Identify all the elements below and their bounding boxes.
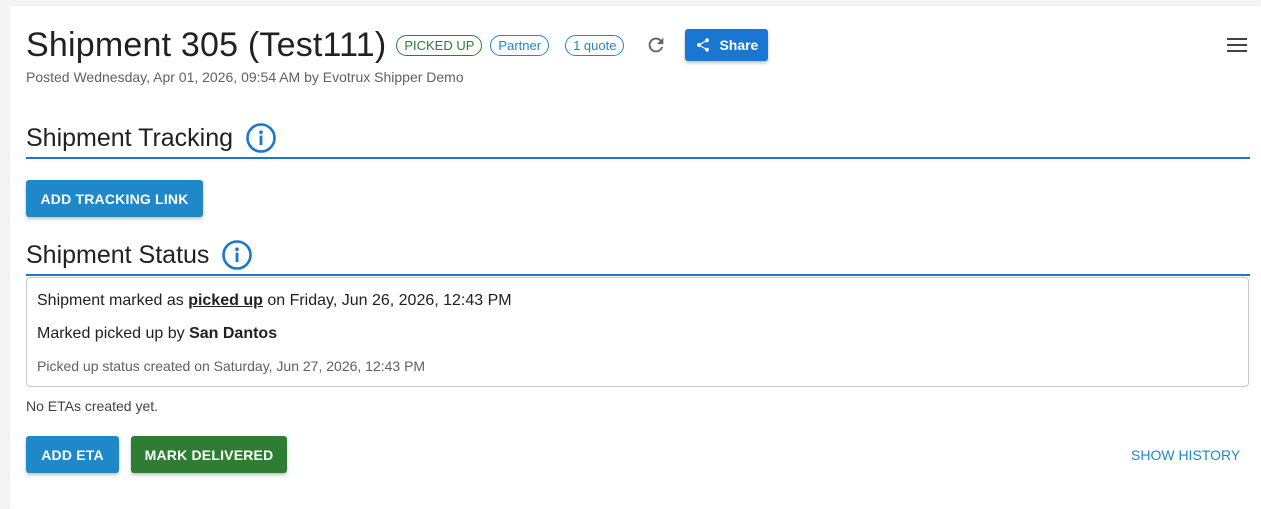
menu-icon[interactable] <box>1226 35 1248 55</box>
status-entry-summary: Shipment marked as picked up on Friday, … <box>37 292 512 310</box>
mark-delivered-button[interactable]: MARK DELIVERED <box>131 436 287 473</box>
section-title-label: Shipment Tracking <box>26 123 234 152</box>
info-icon[interactable] <box>245 122 277 154</box>
share-button[interactable]: Share <box>685 29 769 61</box>
add-tracking-link-button[interactable]: ADD TRACKING LINK <box>26 180 203 217</box>
refresh-icon[interactable] <box>644 33 668 57</box>
marked-by-prefix: Marked picked up by <box>37 325 190 342</box>
info-icon[interactable] <box>221 239 253 271</box>
shipment-status-section-title: Shipment Status <box>26 239 1250 276</box>
partner-chip[interactable]: Partner <box>490 34 550 56</box>
status-chip: PICKED UP <box>396 34 483 56</box>
status-date-text: on Friday, Jun 26, 2026, 12:43 PM <box>262 292 512 309</box>
page-title: Shipment 305 (Test111) <box>26 25 387 64</box>
posted-info: Posted Wednesday, Apr 01, 2026, 09:54 AM… <box>26 69 464 85</box>
status-entry-box: Shipment marked as picked up on Friday, … <box>26 277 1249 387</box>
share-label: Share <box>719 37 759 53</box>
page-header: Shipment 305 (Test111) PICKED UP Partner… <box>26 24 769 66</box>
show-history-link[interactable]: SHOW HISTORY <box>1131 447 1240 463</box>
shipment-tracking-section-title: Shipment Tracking <box>26 122 1250 159</box>
status-prefix-text: Shipment marked as <box>37 292 189 309</box>
share-icon <box>697 38 710 52</box>
marked-by-name: San Dantos <box>189 325 278 342</box>
add-eta-button[interactable]: ADD ETA <box>26 436 119 473</box>
status-created-line: Picked up status created on Saturday, Ju… <box>37 358 426 374</box>
no-etas-message: No ETAs created yet. <box>26 398 159 414</box>
section-title-label: Shipment Status <box>26 240 210 269</box>
quote-count-chip[interactable]: 1 quote <box>565 34 625 56</box>
picked-up-link[interactable]: picked up <box>188 292 263 309</box>
marked-by-line: Marked picked up by San Dantos <box>37 325 277 343</box>
